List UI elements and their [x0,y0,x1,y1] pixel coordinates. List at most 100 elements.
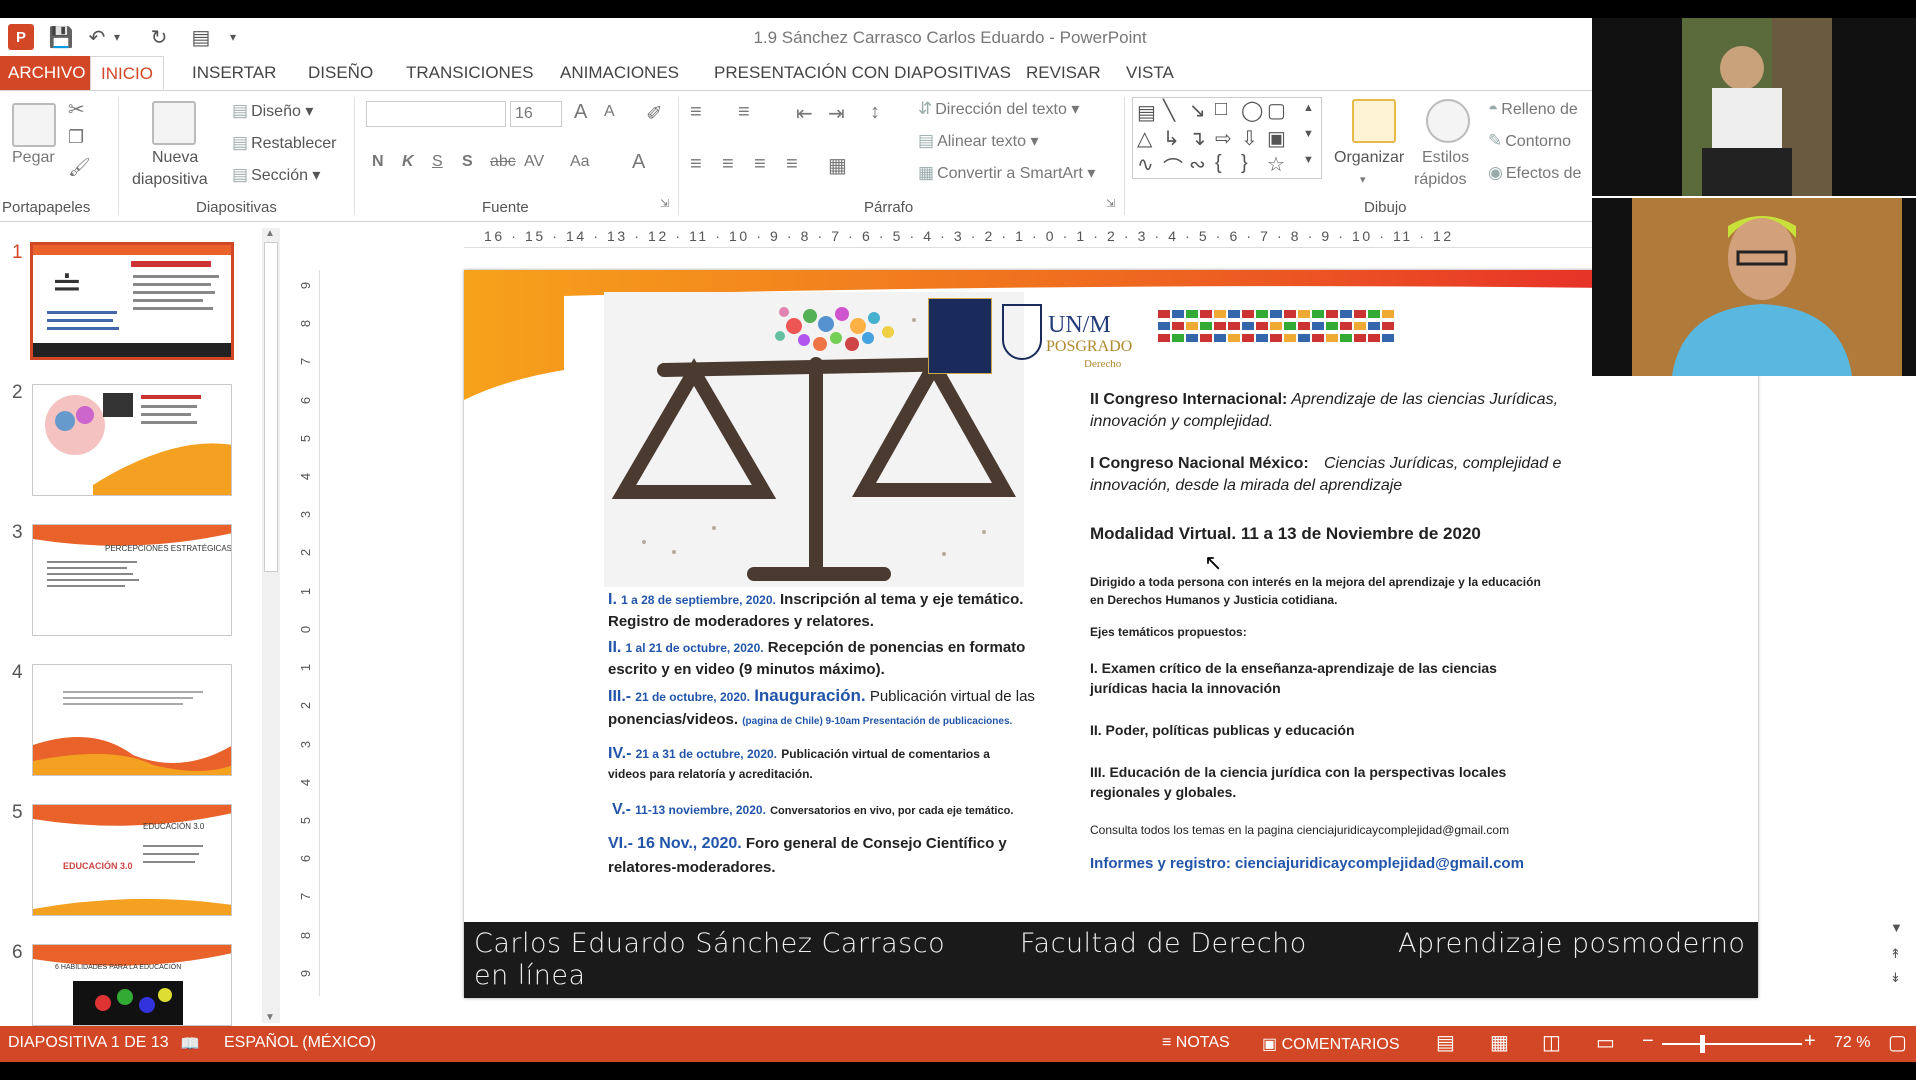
tab-insertar[interactable]: INSERTAR [182,56,286,90]
font-color-button[interactable]: A [632,151,645,174]
align-center-icon[interactable]: ≡ [722,153,734,176]
align-right-icon[interactable]: ≡ [754,153,766,176]
brace-left-shape-icon[interactable]: { [1215,152,1222,175]
line-shape-icon[interactable]: ╲ [1163,98,1175,123]
previous-slide-icon[interactable]: ↟ [1890,946,1901,962]
thumbnail-scroll-thumb[interactable] [264,242,278,572]
font-size-combo[interactable]: 16 [510,101,562,127]
reading-view-icon[interactable]: ◫ [1542,1030,1561,1055]
smartart-button[interactable]: ▦ Convertir a SmartArt ▾ [918,163,1095,183]
tab-transiciones[interactable]: TRANSICIONES [396,56,544,90]
right-arrow-shape-icon[interactable]: ⇨ [1215,126,1232,151]
align-left-icon[interactable]: ≡ [690,153,702,176]
bullets-icon[interactable]: ≡ [690,101,702,124]
slide-canvas[interactable]: UN/M POSGRADO Derecho II Congreso Intern… [464,270,1758,998]
cut-icon[interactable]: ✂ [68,97,85,122]
zoom-level[interactable]: 72 % [1834,1034,1870,1052]
contact-line[interactable]: Informes y registro: cienciajuridicaycom… [1090,854,1524,874]
quick-styles-button-2[interactable]: rápidos [1414,171,1466,189]
zoom-slider-thumb[interactable] [1700,1035,1705,1053]
notes-button[interactable]: ≡ NOTAS [1162,1034,1230,1052]
tab-revisar[interactable]: REVISAR [1016,56,1111,90]
slideshow-view-icon[interactable]: ▭ [1596,1030,1615,1055]
numbering-icon[interactable]: ≡ [738,101,750,124]
section-button[interactable]: ▤ Sección ▾ [232,165,320,185]
slide-thumbnail-3[interactable]: PERCEPCIONES ESTRATÉGICAS [32,524,232,636]
elbow-shape-icon[interactable]: ↳ [1163,126,1180,151]
align-text-button[interactable]: ▤ Alinear texto ▾ [918,131,1038,151]
next-slide-icon[interactable]: ↡ [1890,970,1901,986]
slide-sorter-icon[interactable]: ▦ [1490,1030,1509,1055]
language-indicator[interactable]: ESPAÑOL (MÉXICO) [224,1034,376,1052]
paste-button[interactable]: Pegar [12,149,55,167]
down-arrow-shape-icon[interactable]: ⇩ [1241,126,1258,151]
grow-font-icon[interactable]: A [574,101,587,124]
columns-icon[interactable]: ▦ [828,153,847,178]
paragraph-dialog-launcher-icon[interactable]: ⇲ [1106,197,1115,210]
justify-icon[interactable]: ≡ [786,153,798,176]
tab-animaciones[interactable]: ANIMACIONES [550,56,689,90]
spelling-check-icon[interactable]: 📖 [180,1034,200,1054]
slide-thumbnail-2[interactable] [32,384,232,496]
tab-vista[interactable]: VISTA [1116,56,1184,90]
gallery-down-icon[interactable]: ▼ [1303,128,1314,140]
layout-button[interactable]: ▤ Diseño ▾ [232,101,313,121]
editor-scroll-down-icon[interactable]: ▼ [1890,920,1903,935]
new-slide-label[interactable]: Nueva [152,149,198,167]
normal-view-icon[interactable]: ▤ [1436,1030,1455,1055]
text-direction-button[interactable]: ⇵ Dirección del texto ▾ [918,99,1079,119]
arrow-line-shape-icon[interactable]: ↘ [1189,98,1206,123]
copy-icon[interactable]: ❐ [68,127,84,148]
char-spacing-button[interactable]: AV [524,153,544,171]
vertical-ruler[interactable]: 9 8 7 6 5 4 3 2 1 0 1 2 3 4 5 6 7 8 9 [298,270,320,996]
arc-shape-icon[interactable]: ⌒ [1163,152,1183,181]
arrange-dropdown-icon[interactable]: ▾ [1360,173,1366,186]
format-painter-icon[interactable]: 🖌 [68,157,91,178]
zoom-slider-track[interactable] [1662,1043,1802,1045]
arrange-icon[interactable] [1352,99,1396,143]
zoom-in-icon[interactable]: + [1804,1030,1816,1053]
arrange-button[interactable]: Organizar [1334,149,1404,167]
reset-button[interactable]: ▤ Restablecer [232,133,336,153]
shape-outline-button[interactable]: ✎ Contorno [1488,131,1571,151]
tab-diseno[interactable]: DISEÑO [298,56,383,90]
brace-right-shape-icon[interactable]: } [1241,152,1248,175]
line-spacing-icon[interactable]: ↕ [870,101,880,124]
decrease-indent-icon[interactable]: ⇤ [796,101,813,126]
underline-button[interactable]: S [432,153,443,171]
italic-button[interactable]: K [402,153,414,171]
shrink-font-icon[interactable]: A [604,103,615,121]
triangle-shape-icon[interactable]: △ [1137,126,1152,151]
new-slide-label-2[interactable]: diapositiva [132,171,208,189]
slide-thumbnail-4[interactable] [32,664,232,776]
slide-thumbnail-1[interactable]: ≐ [30,242,234,360]
rectangle-shape-icon[interactable]: □ [1215,98,1227,121]
slide-thumbnail-6[interactable]: 6 HABILIDADES PARA LA EDUCACIÓN [32,944,232,1026]
increase-indent-icon[interactable]: ⇥ [828,101,845,126]
bold-button[interactable]: N [372,153,384,171]
curve-shape-icon[interactable]: ∾ [1189,152,1206,177]
tab-presentacion[interactable]: PRESENTACIÓN CON DIAPOSITIVAS [704,56,1021,90]
tab-archivo[interactable]: ARCHIVO [0,56,94,90]
quick-styles-icon[interactable] [1426,99,1470,143]
rounded-rect-shape-icon[interactable]: ▢ [1267,98,1286,123]
scroll-down-icon[interactable]: ▼ [265,1012,275,1023]
gallery-more-icon[interactable]: ▼ [1303,154,1314,166]
new-slide-icon[interactable] [152,101,196,145]
change-case-button[interactable]: Aa [570,153,590,171]
shapes-gallery[interactable]: ▤ ╲ ↘ □ ◯ ▢ △ ↳ ↴ ⇨ ⇩ ▣ ∿ ⌒ ∾ { } ☆ ▲ ▼ … [1132,97,1322,181]
thumbnail-scrollbar[interactable]: ▲ ▼ [262,228,280,1023]
scroll-up-icon[interactable]: ▲ [265,228,275,239]
paste-icon[interactable] [12,103,56,147]
star-shape-icon[interactable]: ☆ [1267,152,1285,177]
slide-thumbnail-5[interactable]: EDUCACIÓN 3.0 EDUCACIÓN 3.0 [32,804,232,916]
shape-effects-button[interactable]: ◉ Efectos de [1488,163,1581,183]
shadow-button[interactable]: S [462,153,473,171]
quick-styles-button[interactable]: Estilos [1422,149,1469,167]
tab-inicio[interactable]: INICIO [90,56,164,90]
callout-shape-icon[interactable]: ▣ [1267,126,1286,151]
comments-button[interactable]: ▣ COMENTARIOS [1262,1034,1400,1054]
clear-format-icon[interactable]: ✐ [646,101,663,126]
horizontal-ruler[interactable]: 16 · 15 · 14 · 13 · 12 · 11 · 10 · 9 · 8… [464,226,1600,248]
textbox-shape-icon[interactable]: ▤ [1137,100,1156,125]
